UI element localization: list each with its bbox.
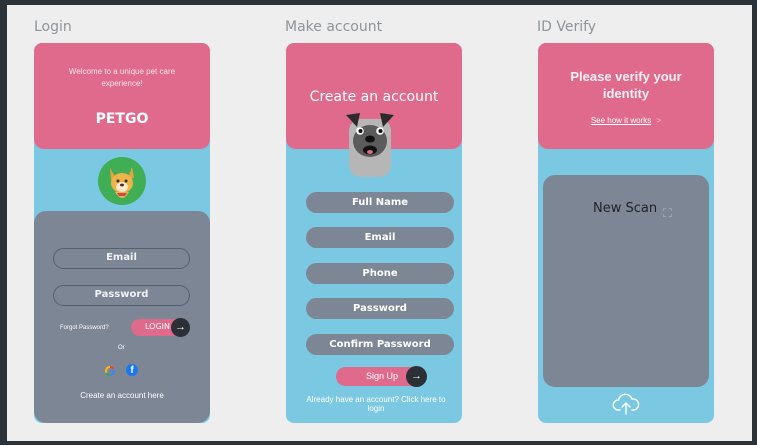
login-form-panel: Email Password Forgot Password? LOGIN → … <box>34 211 210 423</box>
create-account-link[interactable]: Create an account here <box>34 391 210 400</box>
or-divider: Or <box>118 345 125 351</box>
dog-avatar <box>97 156 147 206</box>
password-field[interactable]: Password <box>53 285 190 306</box>
upload-cloud-icon[interactable] <box>612 392 640 416</box>
arrow-right-icon: → <box>171 318 190 337</box>
design-canvas: Login Welcome to a unique pet care exper… <box>7 5 752 441</box>
login-link[interactable]: Already have an account? Click here to l… <box>306 395 446 413</box>
see-how-link[interactable]: See how it works > <box>538 116 714 125</box>
frame-title-make-account: Make account <box>285 19 383 35</box>
full-name-field[interactable]: Full Name <box>306 192 454 213</box>
scan-area[interactable]: New Scan <box>543 175 709 387</box>
login-header: Welcome to a unique pet care experience!… <box>34 43 210 149</box>
facebook-icon[interactable]: f <box>126 364 138 376</box>
create-account-heading: Create an account <box>309 89 439 105</box>
pug-mascot <box>344 111 396 177</box>
login-screen: Welcome to a unique pet care experience!… <box>34 43 210 423</box>
verify-heading: Please verify your identity <box>570 69 682 101</box>
chevron-right-icon: > <box>656 116 662 125</box>
password-field[interactable]: Password <box>306 298 454 319</box>
welcome-text: Welcome to a unique pet care experience! <box>68 67 176 88</box>
frame-title-id-verify: ID Verify <box>537 19 597 35</box>
arrow-right-icon: → <box>406 366 427 387</box>
id-verify-header: Please verify your identity See how it w… <box>538 43 714 149</box>
forgot-password-link[interactable]: Forgot Password? <box>60 325 109 331</box>
see-how-label: See how it works <box>590 116 652 125</box>
confirm-password-field[interactable]: Confirm Password <box>306 334 454 355</box>
make-account-screen: Create an account Full Name Email Phone … <box>286 43 462 423</box>
new-scan-label: New Scan <box>593 201 658 216</box>
email-field[interactable]: Email <box>306 227 454 248</box>
login-button-label: LOGIN <box>145 322 171 331</box>
email-field[interactable]: Email <box>53 248 190 269</box>
scan-icon[interactable] <box>663 204 672 217</box>
sign-up-label: Sign Up <box>366 371 399 381</box>
phone-field[interactable]: Phone <box>306 263 454 284</box>
id-verify-screen: Please verify your identity See how it w… <box>538 43 714 423</box>
login-button[interactable]: LOGIN → <box>131 318 190 337</box>
google-icon[interactable] <box>104 364 116 377</box>
sign-up-button[interactable]: Sign Up → <box>336 366 427 387</box>
frame-title-login: Login <box>34 19 72 35</box>
brand-name: PETGO <box>95 111 149 127</box>
